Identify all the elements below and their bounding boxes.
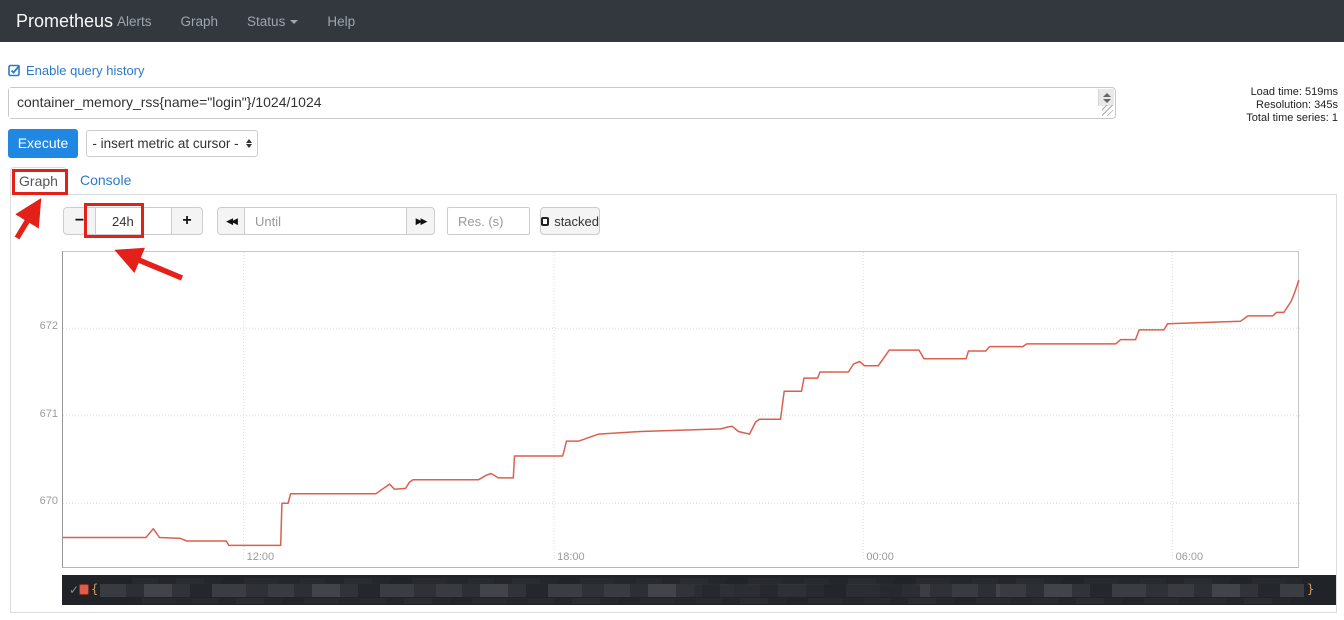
x-axis-tick-label: 06:00 (1176, 551, 1204, 563)
tab-graph[interactable]: Graph (10, 167, 67, 195)
legend-label-redacted (920, 584, 1304, 597)
stacked-toggle-button[interactable]: stacked (540, 207, 600, 235)
time-step-forward-button[interactable]: ▶▶ (406, 207, 435, 235)
load-time-stat: Load time: 519ms (1246, 86, 1338, 99)
legend-check-icon: ✓ (69, 583, 79, 597)
insert-metric-dropdown-label: - insert metric at cursor - (92, 136, 238, 151)
nav-links: Alerts Graph Status Help (117, 0, 355, 42)
legend-item[interactable]: ✓ { } (62, 575, 1336, 605)
nav-item-help[interactable]: Help (327, 14, 355, 29)
resize-grip-icon[interactable] (1102, 105, 1113, 116)
minus-icon: − (75, 212, 84, 229)
plus-icon: + (182, 212, 191, 229)
prometheus-page: Prometheus Alerts Graph Status Help Enab… (0, 0, 1344, 620)
brand-link[interactable]: Prometheus (16, 0, 113, 42)
y-axis-tick-label: 672 (30, 320, 58, 332)
legend-open-brace: { (91, 582, 98, 596)
nav-item-alerts[interactable]: Alerts (117, 14, 152, 29)
resolution-stat: Resolution: 345s (1246, 99, 1338, 112)
stacked-label: stacked (554, 214, 599, 229)
nav-item-label: Status (247, 14, 285, 29)
x-axis-tick-label: 00:00 (866, 551, 894, 563)
legend-label-redacted (132, 598, 1302, 604)
navbar: Prometheus Alerts Graph Status Help (0, 0, 1344, 42)
nav-item-label: Graph (181, 14, 219, 29)
range-increase-button[interactable]: + (171, 207, 203, 235)
checkbox-unchecked-icon (541, 217, 549, 226)
execute-button[interactable]: Execute (8, 129, 78, 158)
enable-query-history-label: Enable query history (26, 63, 145, 78)
legend-label-redacted (100, 584, 694, 597)
textarea-scroll-stepper[interactable] (1098, 89, 1114, 106)
legend-close-brace: } (1307, 582, 1314, 596)
double-left-arrow-icon: ◀◀ (226, 216, 236, 226)
tab-console[interactable]: Console (80, 172, 131, 188)
nav-item-graph[interactable]: Graph (181, 14, 219, 29)
total-series-stat: Total time series: 1 (1246, 112, 1338, 125)
scroll-up-icon (1103, 93, 1111, 97)
nav-item-label: Help (327, 14, 355, 29)
range-input[interactable] (95, 207, 172, 235)
scroll-down-icon (1103, 99, 1111, 103)
double-right-arrow-icon: ▶▶ (416, 216, 426, 226)
resolution-input[interactable] (447, 207, 530, 235)
enable-query-history-link[interactable]: Enable query history (8, 63, 145, 78)
insert-metric-dropdown[interactable]: - insert metric at cursor - (86, 130, 258, 157)
caret-down-icon (290, 20, 298, 24)
legend-color-swatch (79, 584, 89, 595)
y-axis-tick-label: 670 (30, 495, 58, 507)
x-axis-tick-label: 18:00 (557, 551, 585, 563)
check-square-edit-icon (8, 64, 21, 77)
select-arrows-icon (246, 139, 252, 148)
time-series-line-chart (63, 252, 1300, 569)
expression-input[interactable]: container_memory_rss{name="login"}/1024/… (9, 88, 1099, 118)
query-stats: Load time: 519ms Resolution: 345s Total … (1246, 86, 1338, 125)
chart-plot-area[interactable] (62, 251, 1299, 568)
x-axis-tick-label: 12:00 (247, 551, 275, 563)
nav-item-status-dropdown[interactable]: Status (247, 14, 298, 29)
expression-input-wrap: container_memory_rss{name="login"}/1024/… (8, 87, 1116, 119)
until-input[interactable] (244, 207, 407, 235)
range-decrease-button[interactable]: − (63, 207, 96, 235)
legend-label-redacted (694, 584, 920, 597)
y-axis-tick-label: 671 (30, 408, 58, 420)
time-step-back-button[interactable]: ◀◀ (217, 207, 245, 235)
nav-item-label: Alerts (117, 14, 152, 29)
